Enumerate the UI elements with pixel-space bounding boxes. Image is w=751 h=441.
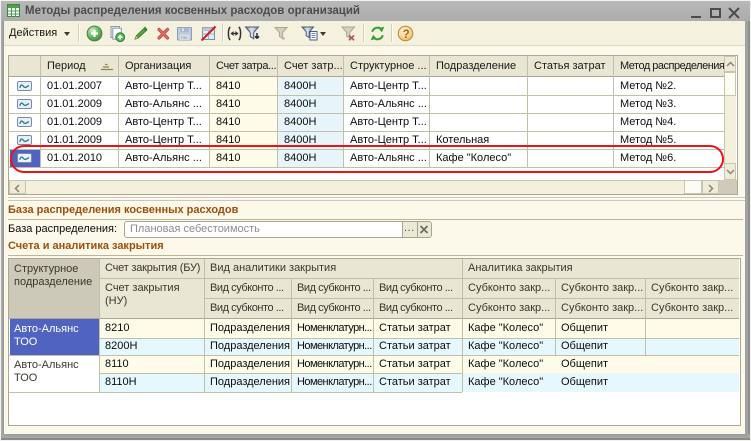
svg-text:ток: ток [181, 36, 189, 41]
svg-text:?: ? [403, 29, 410, 41]
